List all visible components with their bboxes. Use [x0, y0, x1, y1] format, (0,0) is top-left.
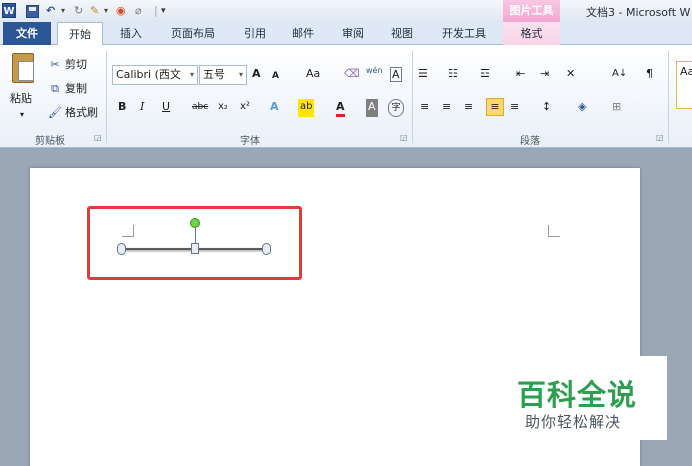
- tab-developer[interactable]: 开发工具: [434, 22, 494, 45]
- tab-format[interactable]: 格式: [503, 22, 560, 45]
- paste-icon[interactable]: [8, 51, 38, 91]
- shrink-font-icon[interactable]: A: [272, 68, 279, 86]
- font-size-select[interactable]: 五号 ▾: [199, 65, 247, 85]
- group-divider: [106, 51, 107, 143]
- resize-handle-right[interactable]: [262, 243, 271, 255]
- bold-icon[interactable]: B: [118, 99, 126, 117]
- character-border-icon[interactable]: A: [390, 67, 402, 82]
- tab-page-layout[interactable]: 页面布局: [162, 22, 224, 45]
- increase-indent-icon[interactable]: ⇥: [540, 66, 549, 84]
- character-shading-icon[interactable]: A: [366, 99, 378, 117]
- font-name-select[interactable]: Calibri (西文 ▾: [112, 65, 198, 85]
- text-effect-icon[interactable]: A: [270, 99, 279, 117]
- font-group-label: 字体: [240, 136, 260, 147]
- clipboard-launcher-icon[interactable]: ◲: [94, 133, 102, 142]
- document-title: 文档3 - Microsoft W: [586, 6, 691, 19]
- customize-toolbar-icon[interactable]: ▾: [161, 3, 166, 19]
- font-launcher-icon[interactable]: ◲: [400, 133, 408, 142]
- borders-icon[interactable]: ⊞: [612, 99, 621, 117]
- group-divider: [412, 51, 413, 143]
- color-picker-icon[interactable]: ◉: [116, 3, 126, 19]
- word-app-icon[interactable]: W: [2, 3, 16, 18]
- styles-gallery[interactable]: Aa: [676, 61, 692, 109]
- margin-corner-marker: [548, 225, 560, 237]
- paragraph-group-label: 段落: [520, 136, 540, 147]
- multilevel-list-icon[interactable]: ☲: [480, 66, 490, 84]
- align-right-icon[interactable]: ≡: [464, 99, 473, 117]
- title-bar: W ↶ ▾ ↻ ✎ ▾ ◉ ⌀ | ▾ 图片工具 文档3 - Microsoft…: [0, 0, 692, 22]
- align-left-icon[interactable]: ≡: [420, 99, 429, 117]
- highlight-color-icon[interactable]: ab: [298, 99, 315, 117]
- sort-icon[interactable]: A↓: [612, 66, 627, 84]
- picture-tools-contextual-label: 图片工具: [503, 0, 560, 22]
- clear-formatting-icon[interactable]: ⌫: [344, 66, 360, 84]
- ribbon: 粘贴 ▾ ✂ 剪切 ⧉ 复制 🖌 格式刷 剪贴板 ◲ Calibri (西文 ▾ 五号…: [0, 45, 692, 148]
- copy-icon: ⧉: [51, 82, 59, 95]
- format-brush-icon[interactable]: ✎: [90, 3, 99, 19]
- resize-handle-middle[interactable]: [191, 243, 199, 254]
- format-painter-icon: 🖌: [48, 106, 62, 119]
- bullets-icon[interactable]: ☰: [418, 66, 428, 84]
- font-name-value: Calibri (西文: [116, 68, 181, 81]
- scissors-icon: ✂: [50, 58, 60, 71]
- redo-icon[interactable]: ↻: [74, 3, 83, 19]
- distributed-icon[interactable]: ≡: [510, 99, 519, 117]
- cut-label: 剪切: [65, 58, 87, 71]
- show-marks-icon[interactable]: ¶: [646, 66, 653, 84]
- underline-icon[interactable]: U: [162, 99, 170, 117]
- format-painter-button[interactable]: 🖌 格式刷: [48, 105, 98, 123]
- group-divider: [668, 51, 669, 143]
- undo-icon[interactable]: ↶: [46, 3, 55, 19]
- brush-dropdown-icon[interactable]: ▾: [104, 3, 108, 19]
- strikethrough-icon[interactable]: abc: [192, 99, 208, 117]
- rotation-handle-stem: [195, 228, 196, 243]
- tab-insert[interactable]: 插入: [112, 22, 150, 45]
- chevron-down-icon: ▾: [189, 70, 194, 79]
- tab-references[interactable]: 引用: [236, 22, 274, 45]
- format-painter-label: 格式刷: [65, 106, 98, 119]
- save-icon[interactable]: [26, 5, 39, 18]
- undo-dropdown-icon[interactable]: ▾: [61, 3, 65, 19]
- numbering-icon[interactable]: ☷: [448, 66, 458, 84]
- watermark-title: 百科全说: [517, 378, 638, 412]
- cut-button[interactable]: ✂ 剪切: [48, 57, 87, 75]
- align-center-icon[interactable]: ≡: [442, 99, 451, 117]
- grow-font-icon[interactable]: A: [252, 66, 261, 84]
- phonetic-guide-icon[interactable]: wén: [366, 63, 383, 81]
- chevron-down-icon: ▾: [238, 70, 243, 79]
- copy-label: 复制: [65, 82, 87, 95]
- clear-format-icon[interactable]: ⌀: [135, 3, 142, 19]
- copy-button[interactable]: ⧉ 复制: [48, 81, 87, 99]
- justify-icon[interactable]: ≡: [486, 98, 504, 116]
- tab-home[interactable]: 开始: [57, 22, 103, 46]
- enclose-characters-icon[interactable]: 字: [388, 99, 404, 117]
- subscript-icon[interactable]: x₂: [218, 99, 228, 117]
- tab-file[interactable]: 文件: [3, 22, 51, 45]
- paste-dropdown-icon[interactable]: ▾: [20, 107, 24, 125]
- italic-icon[interactable]: I: [140, 99, 144, 117]
- font-size-value: 五号: [203, 68, 225, 81]
- ribbon-tabs: 文件 开始 插入 页面布局 引用 邮件 审阅 视图 开发工具 格式: [0, 22, 692, 46]
- rotation-handle[interactable]: [190, 218, 200, 228]
- chinese-layout-icon[interactable]: ✕: [566, 66, 575, 84]
- superscript-icon[interactable]: x²: [240, 99, 250, 117]
- change-case-icon[interactable]: Aa: [306, 66, 320, 84]
- resize-handle-left[interactable]: [117, 243, 126, 255]
- clipboard-group-label: 剪贴板: [35, 136, 65, 147]
- line-spacing-icon[interactable]: ↕: [542, 99, 551, 117]
- decrease-indent-icon[interactable]: ⇤: [516, 66, 525, 84]
- shading-icon[interactable]: ◈: [578, 99, 586, 117]
- toolbar-separator: |: [154, 4, 158, 17]
- tab-review[interactable]: 审阅: [334, 22, 372, 45]
- watermark: 百科全说 助你轻松解决: [501, 356, 667, 440]
- paragraph-launcher-icon[interactable]: ◲: [656, 133, 664, 142]
- tab-view[interactable]: 视图: [382, 22, 422, 45]
- font-color-icon[interactable]: A: [336, 99, 345, 117]
- tab-mailings[interactable]: 邮件: [284, 22, 322, 45]
- watermark-subtitle: 助你轻松解决: [525, 413, 622, 431]
